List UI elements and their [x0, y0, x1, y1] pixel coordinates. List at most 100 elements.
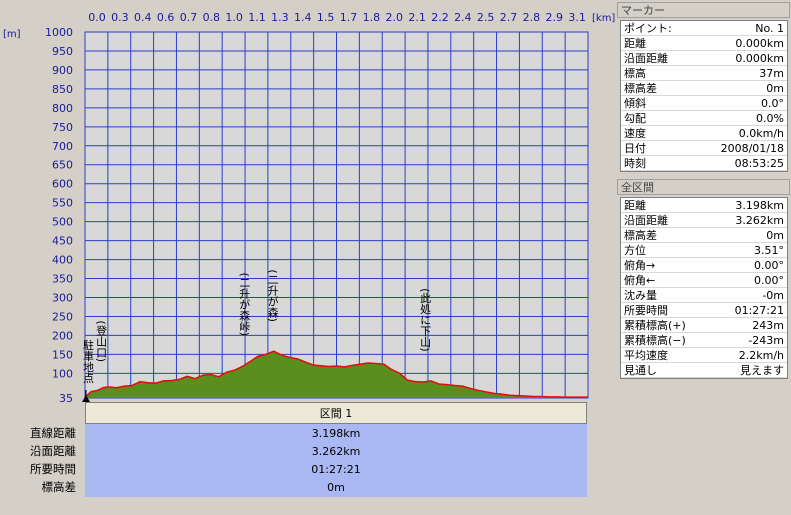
y-axis-ticks: 1000 950 900 850 800 750 700 650 600 550 500 450 400…	[45, 26, 73, 402]
section-row: 直線距離 3.198km	[0, 424, 616, 443]
y-tick-label: 850	[52, 83, 73, 96]
panel-row-value: 0.000km	[735, 52, 784, 65]
x-tick-label: 1.5	[317, 11, 335, 24]
panel-row-value: 0m	[766, 229, 784, 242]
y-tick-label: 350	[52, 273, 73, 286]
y-tick-label: 700	[52, 140, 73, 153]
x-tick-label: 3.1	[568, 11, 586, 24]
panel-row: 傾斜 0.0°	[621, 96, 787, 111]
panel-row-value: 0.00°	[754, 274, 784, 287]
panel-row-value: 2008/01/18	[720, 142, 784, 155]
section-row-value: 3.198km	[85, 424, 587, 443]
panel-row-label: 見通し	[624, 364, 657, 377]
y-tick-label: 300	[52, 291, 73, 304]
y-tick-label: 250	[52, 310, 73, 323]
panel-row-label: 日付	[624, 142, 646, 155]
panel-row-label: 平均速度	[624, 349, 668, 362]
panel-row-label: 俯角→	[624, 259, 656, 272]
y-tick-label: 750	[52, 121, 73, 134]
panel-row: 標高 37m	[621, 66, 787, 81]
section-row: 標高差 0m	[0, 478, 616, 497]
panel-row-value: -0m	[762, 289, 784, 302]
panel-row: 沈み量 -0m	[621, 288, 787, 303]
section-header[interactable]: 区間 1	[85, 402, 587, 424]
panel-row-value: 0.0°	[761, 97, 784, 110]
elevation-chart: 0.0 0.3 0.4 0.6 0.7 0.8 1.0 1.1 1.3 1.4 1.5 1.7 1.8 2…	[3, 11, 615, 402]
y-tick-label: 550	[52, 197, 73, 210]
panel-row: 速度 0.0km/h	[621, 126, 787, 141]
x-tick-label: 0.6	[157, 11, 175, 24]
panel-row-label: 時刻	[624, 157, 646, 170]
x-tick-label: 0.7	[180, 11, 198, 24]
section-row-value: 01:27:21	[85, 460, 587, 479]
x-tick-label: 1.3	[271, 11, 289, 24]
panel-row: 方位 3.51°	[621, 243, 787, 258]
y-tick-label: 150	[52, 348, 73, 361]
panel-row-label: 距離	[624, 199, 646, 212]
panel-row: 日付 2008/01/18	[621, 141, 787, 156]
y-tick-label: 800	[52, 102, 73, 115]
panel-row-label: 距離	[624, 37, 646, 50]
panel-row: 平均速度 2.2km/h	[621, 348, 787, 363]
panel-row-label: 速度	[624, 127, 646, 140]
x-unit-label: [km]	[592, 13, 615, 24]
marker-panel: ポイント: No. 1 距離 0.000km 沿面距離 0.000km 標高 37m 標高差 0m…	[620, 20, 788, 172]
x-tick-label: 2.9	[546, 11, 564, 24]
panel-row-label: 勾配	[624, 112, 646, 125]
panel-row-value: 0.000km	[735, 37, 784, 50]
panel-row: 時刻 08:53:25	[621, 156, 787, 171]
panel-row-value: 3.198km	[735, 199, 784, 212]
y-tick-label: 450	[52, 235, 73, 248]
section-row: 沿面距離 3.262km	[0, 442, 616, 461]
panel-row: 俯角← 0.00°	[621, 273, 787, 288]
panel-row: 距離 0.000km	[621, 36, 787, 51]
panel-row: 累積標高(−) -243m	[621, 333, 787, 348]
panel-row: 距離 3.198km	[621, 198, 787, 213]
annotation-label: (登山口)	[95, 320, 108, 362]
x-tick-label: 1.1	[248, 11, 266, 24]
y-tick-label: 100	[52, 367, 73, 380]
x-tick-label: 2.2	[431, 11, 449, 24]
panel-row: 沿面距離 0.000km	[621, 51, 787, 66]
x-tick-label: 0.3	[111, 11, 129, 24]
x-tick-label: 2.8	[523, 11, 541, 24]
annotation-label: (此処に下山)	[419, 288, 432, 352]
y-tick-label: 900	[52, 64, 73, 77]
x-tick-label: 0.4	[134, 11, 152, 24]
panel-row-label: 標高差	[624, 82, 657, 95]
panel-row-label: 標高	[624, 67, 646, 80]
panel-row-label: 沿面距離	[624, 214, 668, 227]
x-tick-label: 2.1	[408, 11, 426, 24]
section-row-label: 直線距離	[30, 426, 76, 440]
panel-row: 俯角→ 0.00°	[621, 258, 787, 273]
annotation-label: 駐車地点	[82, 338, 95, 384]
y-tick-label: 35	[59, 392, 73, 402]
section-row: 所要時間 01:27:21	[0, 460, 616, 479]
x-tick-label: 1.4	[294, 11, 312, 24]
y-tick-label: 200	[52, 329, 73, 342]
panel-row-value: 0.0km/h	[738, 127, 784, 140]
panel-row: 沿面距離 3.262km	[621, 213, 787, 228]
section-row-label: 標高差	[41, 480, 77, 494]
panel-row: 累積標高(+) 243m	[621, 318, 787, 333]
panel-row: 標高差 0m	[621, 81, 787, 96]
section-row-value: 0m	[85, 478, 587, 497]
x-tick-label: 2.4	[454, 11, 472, 24]
panel-row: 見通し 見えます	[621, 363, 787, 378]
x-tick-label: 2.0	[385, 11, 403, 24]
panel-row-label: 標高差	[624, 229, 657, 242]
panel-row: ポイント: No. 1	[621, 21, 787, 36]
panel-row: 所要時間 01:27:21	[621, 303, 787, 318]
total-panel-title: 全区間	[617, 179, 790, 195]
annotation-label: (二升が森峠)	[238, 273, 251, 337]
panel-row-label: ポイント:	[624, 22, 672, 35]
annotation-label: (二升が森)	[266, 269, 279, 322]
panel-row-value: 243m	[752, 319, 784, 332]
panel-row: 標高差 0m	[621, 228, 787, 243]
panel-row-value: 0.0%	[756, 112, 784, 125]
info-panel: マーカー ポイント: No. 1 距離 0.000km 沿面距離 0.000km 標高 37m…	[617, 0, 791, 515]
panel-row-value: 0m	[766, 82, 784, 95]
panel-row: 勾配 0.0%	[621, 111, 787, 126]
panel-row-label: 沿面距離	[624, 52, 668, 65]
y-tick-label: 400	[52, 254, 73, 267]
